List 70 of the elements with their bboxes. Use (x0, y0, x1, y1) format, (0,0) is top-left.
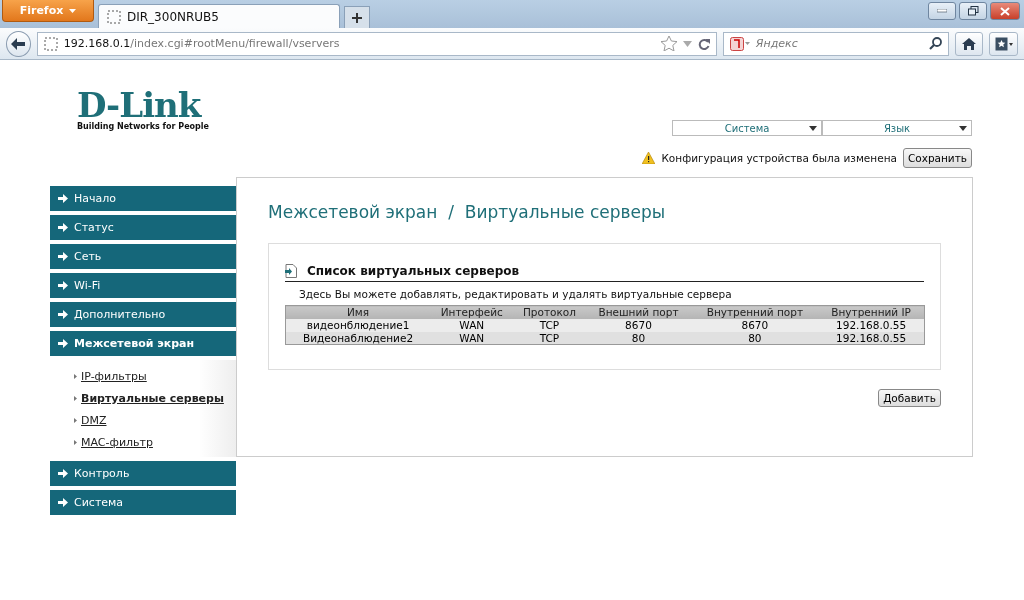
sidebar-item[interactable]: Начало (50, 186, 236, 211)
address-field[interactable]: 192.168.0.1/index.cgi#rootMenu/firewall/vservers (36, 31, 717, 56)
plus-icon (352, 12, 362, 23)
logo-tagline: Building Networks for People (77, 122, 209, 131)
arrow-icon (58, 498, 68, 507)
sidebar-item[interactable]: Сеть (50, 244, 236, 269)
bullet-icon (74, 440, 77, 445)
sidebar-item[interactable]: Wi-Fi (50, 273, 236, 298)
sidebar-item[interactable]: Контроль (50, 461, 236, 486)
tab-title: DIR_300NRUB5 (127, 9, 219, 24)
new-tab-button[interactable] (344, 6, 370, 28)
submenu-link[interactable]: DMZ (81, 414, 107, 427)
close-button[interactable] (990, 2, 1020, 20)
caret-icon (959, 126, 967, 131)
home-icon (962, 37, 977, 50)
reload-icon[interactable] (697, 37, 710, 50)
notice-text: Конфигурация устройства была изменена (661, 152, 897, 164)
column-header: Имя (285, 305, 431, 319)
bookmarks-button[interactable] (989, 31, 1018, 56)
back-button[interactable] (6, 30, 31, 57)
arrow-icon (58, 252, 68, 261)
restore-icon (967, 6, 979, 16)
section-title: Список виртуальных серверов (307, 264, 520, 278)
column-header: Протокол (513, 305, 586, 319)
bullet-icon (74, 396, 77, 401)
submenu-link[interactable]: MAC-фильтр (81, 436, 153, 449)
arrow-icon (58, 310, 68, 319)
search-placeholder: Яндекс (755, 37, 798, 50)
logo: D-Link (77, 88, 202, 122)
save-button[interactable]: Сохранить (902, 148, 972, 168)
star-box-icon (994, 36, 1013, 51)
bullet-icon (74, 374, 77, 379)
sidebar-item[interactable]: Межсетевой экран (50, 331, 236, 356)
restore-button[interactable] (959, 2, 987, 20)
arrow-icon (58, 194, 68, 203)
column-header: Внутренний порт (691, 305, 819, 319)
arrow-icon (58, 339, 68, 348)
page-icon (107, 9, 121, 24)
close-icon (1000, 6, 1010, 16)
arrow-icon (58, 223, 68, 232)
back-arrow-icon (11, 37, 26, 50)
search-engine-icon[interactable] (729, 36, 750, 51)
column-header: Интерфейс (430, 305, 514, 319)
dropdown-select[interactable]: Система (672, 120, 822, 136)
minimize-icon (937, 9, 947, 13)
browser-tab[interactable]: DIR_300NRUB5 (98, 4, 340, 28)
search-field[interactable]: Яндекс (722, 31, 949, 56)
home-button[interactable] (954, 31, 984, 56)
arrow-icon (58, 469, 68, 478)
dropdown-select[interactable]: Язык (822, 120, 972, 136)
submenu-link[interactable]: Виртуальные серверы (81, 392, 224, 405)
column-header: Внешний порт (585, 305, 692, 319)
column-header: Внутренний IP (818, 305, 925, 319)
search-icon[interactable] (928, 37, 942, 50)
sidebar-item[interactable]: Статус (50, 215, 236, 240)
section-description: Здесь Вы можете добавлять, редактировать и удалять виртуальные сервера (299, 288, 733, 300)
caret-icon (69, 8, 77, 13)
page-icon (43, 36, 58, 51)
add-button[interactable]: Добавить (878, 389, 941, 407)
arrow-icon (58, 281, 68, 290)
document-arrow-icon (285, 264, 297, 278)
sidebar-item[interactable]: Дополнительно (50, 302, 236, 327)
caret-icon (809, 126, 817, 131)
submenu-link[interactable]: IP-фильтры (81, 370, 147, 383)
bullet-icon (74, 418, 77, 423)
warning-icon (642, 152, 656, 164)
sidebar-item[interactable]: Система (50, 490, 236, 515)
star-icon[interactable] (660, 36, 677, 51)
page-title: Межсетевой экран / Виртуальные серверы (268, 202, 667, 222)
url-text: 192.168.0.1/index.cgi#rootMenu/firewall/vservers (63, 37, 340, 50)
